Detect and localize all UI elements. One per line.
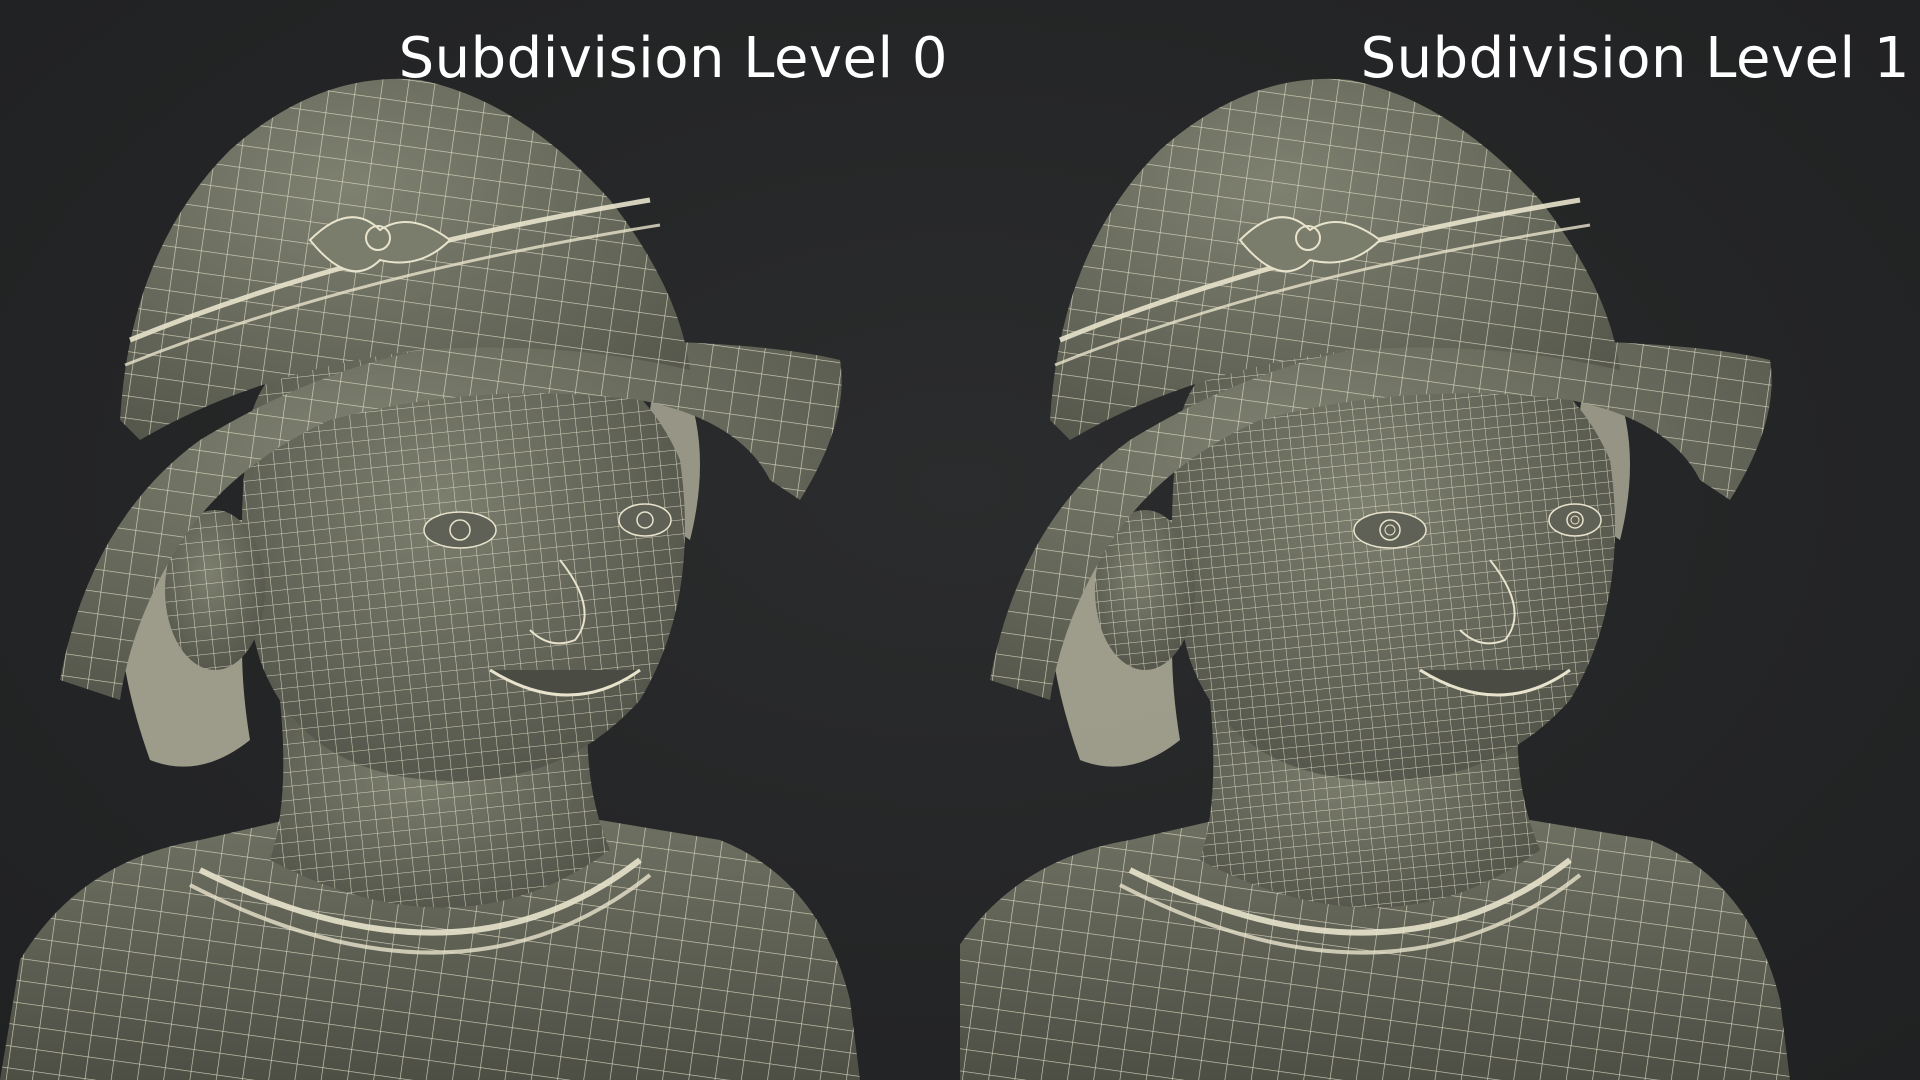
wireframe-model-render xyxy=(0,78,860,1080)
subdivision-level-label: Subdivision Level 1 xyxy=(1360,26,1910,91)
wireframe-model-render xyxy=(960,78,1790,1080)
eye-left xyxy=(423,511,497,549)
render-viewport: Subdivision Level 0 Subdivision Level 1 xyxy=(0,0,1920,1080)
panel-subdivision-level-1: Subdivision Level 1 xyxy=(960,0,1920,1080)
subdivision-level-label: Subdivision Level 0 xyxy=(398,26,948,91)
eye-right xyxy=(1548,503,1602,537)
eye-right xyxy=(618,503,672,537)
eye-left xyxy=(1353,511,1427,549)
panel-subdivision-level-0: Subdivision Level 0 xyxy=(0,0,960,1080)
